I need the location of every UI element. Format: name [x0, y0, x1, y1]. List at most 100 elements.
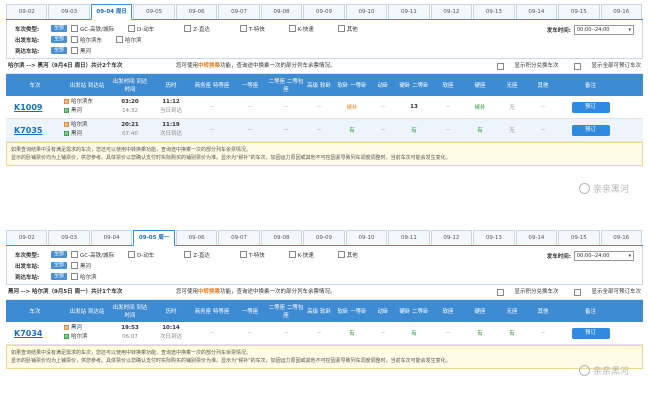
- seat-cell[interactable]: 有: [334, 329, 370, 337]
- departure-time-select[interactable]: 00:00--24:00 ▾: [574, 251, 634, 261]
- date-tab[interactable]: 09-06: [175, 4, 218, 19]
- from-station[interactable]: 黑河: [71, 325, 82, 331]
- all-bookable-option[interactable]: 显示全部可预订车次: [566, 285, 641, 299]
- date-tab[interactable]: 09-10: [345, 4, 388, 19]
- type-option[interactable]: T-特快: [239, 251, 265, 259]
- date-tab[interactable]: 09-08: [260, 230, 303, 245]
- to-station[interactable]: 黑河: [71, 108, 82, 114]
- from-station[interactable]: 哈尔滨: [71, 122, 88, 128]
- seat-cell[interactable]: 有: [464, 126, 496, 134]
- date-tab[interactable]: 09-02: [6, 4, 48, 19]
- seat-cell[interactable]: 有: [496, 329, 528, 337]
- to-option[interactable]: 哈尔滨: [71, 273, 97, 281]
- checkbox[interactable]: [497, 62, 505, 70]
- checkbox[interactable]: [497, 288, 505, 296]
- date-tab[interactable]: 09-09: [303, 230, 345, 245]
- checkbox[interactable]: [127, 251, 135, 258]
- checkbox[interactable]: [71, 25, 79, 32]
- all-from-chip[interactable]: 全部: [51, 36, 68, 43]
- checkbox[interactable]: [288, 25, 296, 32]
- date-tab[interactable]: 09-07: [218, 230, 260, 245]
- date-tab[interactable]: 09-13: [473, 230, 515, 245]
- date-tab[interactable]: 09-11: [388, 4, 430, 19]
- date-tab[interactable]: 09-16: [600, 4, 643, 19]
- departure-time-select[interactable]: 00:00--24:00 ▾: [574, 25, 634, 35]
- type-option[interactable]: GC-高铁/城际: [71, 25, 114, 33]
- date-tab[interactable]: 09-15: [558, 4, 600, 19]
- date-tab[interactable]: 09-04: [90, 230, 133, 245]
- date-tab-active[interactable]: 09-04 周日: [90, 4, 133, 20]
- type-option[interactable]: D-动车: [127, 25, 154, 33]
- to-station[interactable]: 黑河: [71, 131, 82, 137]
- date-tab[interactable]: 09-10: [345, 230, 388, 245]
- checkbox[interactable]: [574, 288, 582, 296]
- type-option[interactable]: K-快速: [288, 251, 314, 259]
- train-number[interactable]: K7035: [6, 126, 64, 135]
- date-tab-active[interactable]: 09-05 周一: [133, 230, 175, 246]
- checkbox[interactable]: [71, 251, 79, 258]
- points-option[interactable]: 显示积分兑换车次: [489, 285, 558, 299]
- all-to-chip[interactable]: 全部: [51, 273, 68, 280]
- checkbox[interactable]: [116, 36, 124, 43]
- date-tab[interactable]: 09-12: [430, 4, 473, 19]
- all-types-chip[interactable]: 全部: [51, 251, 68, 258]
- date-tab[interactable]: 09-03: [48, 4, 90, 19]
- checkbox[interactable]: [239, 251, 247, 258]
- checkbox[interactable]: [239, 25, 247, 32]
- all-bookable-option[interactable]: 显示全部可预订车次: [566, 59, 641, 73]
- all-types-chip[interactable]: 全部: [51, 25, 68, 32]
- type-option[interactable]: GC-高铁/城际: [71, 251, 114, 259]
- book-button[interactable]: 预订: [571, 327, 610, 339]
- type-option[interactable]: 其他: [337, 251, 358, 259]
- date-tab[interactable]: 09-15: [558, 230, 600, 245]
- from-option[interactable]: 哈尔滨东: [71, 36, 102, 44]
- type-option[interactable]: Z-直达: [184, 251, 210, 259]
- type-option[interactable]: T-特快: [239, 25, 265, 33]
- date-tab[interactable]: 09-14: [515, 4, 558, 19]
- type-option[interactable]: K-快速: [288, 25, 314, 33]
- checkbox[interactable]: [288, 251, 296, 258]
- from-option[interactable]: 黑河: [71, 262, 91, 270]
- from-station[interactable]: 哈尔滨东: [71, 99, 93, 105]
- book-button[interactable]: 预订: [571, 124, 610, 136]
- date-tab[interactable]: 09-09: [303, 4, 345, 19]
- to-station[interactable]: 哈尔滨: [71, 334, 88, 340]
- checkbox[interactable]: [337, 251, 345, 258]
- date-tab[interactable]: 09-08: [260, 4, 303, 19]
- seat-cell[interactable]: 有: [396, 329, 432, 337]
- checkbox[interactable]: [71, 262, 79, 269]
- all-to-chip[interactable]: 全部: [51, 47, 68, 54]
- date-tab[interactable]: 09-05: [133, 4, 175, 19]
- date-tab[interactable]: 09-02: [6, 230, 48, 245]
- seat-cell[interactable]: 候补: [464, 103, 496, 111]
- transfer-link[interactable]: 中转换乘: [198, 63, 220, 69]
- date-tab[interactable]: 09-13: [473, 4, 515, 19]
- train-number[interactable]: K1009: [6, 103, 64, 112]
- checkbox[interactable]: [71, 36, 79, 43]
- date-tab[interactable]: 09-12: [430, 230, 473, 245]
- date-tab[interactable]: 09-14: [515, 230, 558, 245]
- book-button[interactable]: 预订: [571, 101, 610, 113]
- checkbox[interactable]: [574, 62, 582, 70]
- type-option[interactable]: D-动车: [127, 251, 154, 259]
- date-tab[interactable]: 09-11: [388, 230, 430, 245]
- checkbox[interactable]: [127, 25, 135, 32]
- points-option[interactable]: 显示积分兑换车次: [489, 59, 558, 73]
- checkbox[interactable]: [71, 47, 79, 54]
- seat-cell[interactable]: 有: [334, 126, 370, 134]
- seat-cell[interactable]: 候补: [334, 103, 370, 111]
- from-option[interactable]: 哈尔滨: [116, 36, 142, 44]
- type-option[interactable]: 其他: [337, 25, 358, 33]
- checkbox[interactable]: [184, 25, 192, 32]
- seat-cell[interactable]: 有: [396, 126, 432, 134]
- transfer-link[interactable]: 中转换乘: [198, 289, 220, 295]
- type-option[interactable]: Z-直达: [184, 25, 210, 33]
- seat-cell[interactable]: 有: [464, 329, 496, 337]
- checkbox[interactable]: [337, 25, 345, 32]
- date-tab[interactable]: 09-03: [48, 230, 90, 245]
- date-tab[interactable]: 09-16: [600, 230, 643, 245]
- to-option[interactable]: 黑河: [71, 47, 91, 55]
- train-number[interactable]: K7034: [6, 329, 64, 338]
- checkbox[interactable]: [184, 251, 192, 258]
- date-tab[interactable]: 09-07: [218, 4, 260, 19]
